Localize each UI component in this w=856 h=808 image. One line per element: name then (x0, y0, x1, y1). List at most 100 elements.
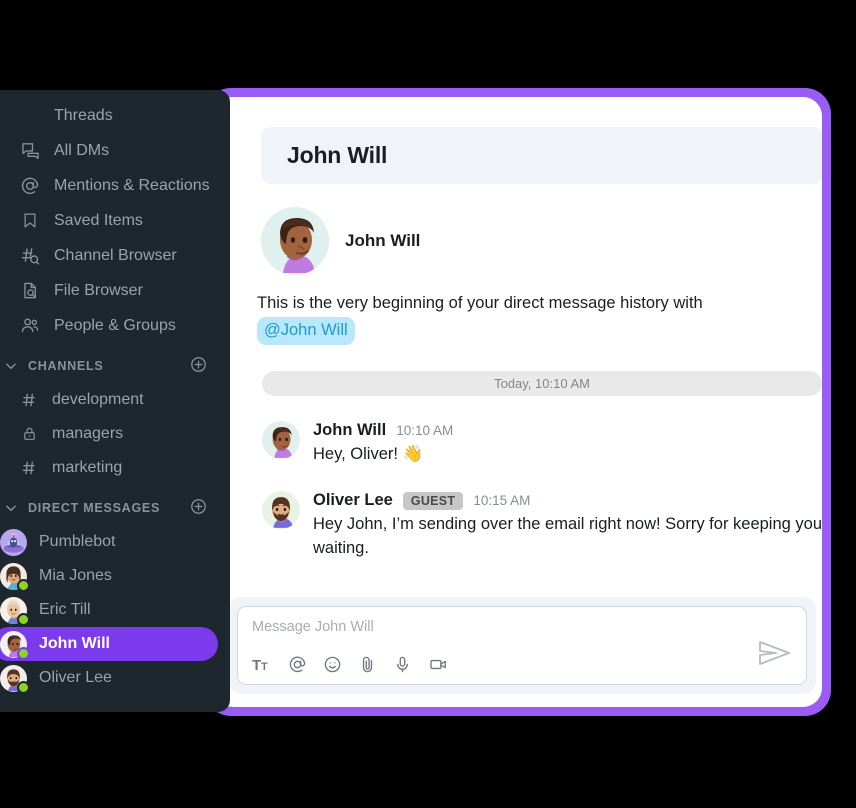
sidebar-dm-label: Eric Till (39, 601, 91, 618)
avatar-john-large (261, 207, 329, 275)
presence-indicator-online (17, 612, 30, 626)
date-divider: Today, 10:10 AM (262, 371, 822, 396)
people-icon (20, 316, 40, 336)
conversation-title: John Will (287, 142, 388, 168)
lock-icon (20, 425, 38, 443)
composer[interactable]: Message John Will T T (237, 606, 807, 685)
message-body: John Will 10:10 AM Hey, Oliver! 👋 (313, 421, 822, 467)
sidebar-channel-managers[interactable]: managers (0, 417, 230, 451)
sidebar-dm-label: Oliver Lee (39, 669, 112, 686)
sidebar-dm-label: Pumblebot (39, 533, 116, 550)
sidebar-channel-label: development (52, 391, 144, 408)
presence-indicator-online (17, 578, 30, 592)
message-text: Hey John, I’m sending over the email rig… (313, 514, 822, 557)
attachment-icon[interactable] (358, 655, 377, 674)
sidebar: Threads All DMs Mentions & Reactions Sav… (0, 90, 230, 712)
plus-circle-icon[interactable] (190, 356, 208, 376)
sidebar-dm-label: Mia Jones (39, 567, 112, 584)
sidebar-channel-label: marketing (52, 459, 123, 476)
chat-panel: John Will John Will This is the very beg… (205, 88, 831, 716)
sidebar-item-people-groups[interactable]: People & Groups (0, 308, 230, 343)
sidebar-item-channel-browser[interactable]: Channel Browser (0, 238, 230, 273)
at-mention-icon[interactable] (288, 655, 307, 674)
avatar (0, 596, 30, 626)
chat-panel-inner: John Will John Will This is the very beg… (214, 97, 822, 707)
sidebar-dm-oliver-lee[interactable]: Oliver Lee (0, 661, 218, 695)
date-divider-label: Today, 10:10 AM (494, 376, 590, 391)
message-timestamp: 10:15 AM (473, 492, 531, 508)
sidebar-dm-john-will[interactable]: John Will (0, 627, 218, 661)
plus-circle-icon[interactable] (190, 498, 208, 518)
section-header-label: CHANNELS (28, 358, 104, 373)
svg-text:T: T (261, 661, 268, 673)
message-text: Hey, Oliver! 👋 (313, 444, 424, 463)
section-header-direct-messages[interactable]: DIRECT MESSAGES (0, 490, 230, 525)
message-author[interactable]: John Will (313, 421, 386, 441)
sidebar-channel-development[interactable]: development (0, 383, 230, 417)
avatar (0, 528, 27, 556)
chevron-down-icon[interactable] (4, 501, 22, 515)
emoji-icon[interactable] (323, 655, 342, 674)
all-dms-icon (20, 141, 40, 161)
avatar (0, 664, 30, 694)
presence-indicator-online (17, 646, 30, 660)
avatar (0, 630, 30, 660)
message-row: John Will 10:10 AM Hey, Oliver! 👋 (262, 421, 822, 467)
section-header-label: DIRECT MESSAGES (28, 500, 161, 515)
file-search-icon (20, 281, 40, 301)
sidebar-item-all-dms[interactable]: All DMs (0, 133, 230, 168)
sidebar-item-threads[interactable]: Threads (0, 98, 230, 133)
chevron-down-icon[interactable] (4, 359, 22, 373)
composer-container: Message John Will T T (228, 597, 816, 694)
avatar-john[interactable] (262, 421, 300, 459)
sidebar-channel-label: managers (52, 425, 124, 442)
intro-description: This is the very beginning of your direc… (257, 291, 802, 346)
microphone-icon[interactable] (393, 655, 412, 674)
status-badge-guest: GUEST (402, 491, 464, 511)
send-button[interactable] (758, 639, 792, 672)
intro-description-text: This is the very beginning of your direc… (257, 294, 703, 312)
mention-pill-john-will[interactable]: @John Will (257, 316, 355, 346)
sidebar-channel-marketing[interactable]: marketing (0, 451, 230, 485)
text-format-icon[interactable]: T T (252, 656, 272, 674)
message-meta: John Will 10:10 AM (313, 421, 822, 441)
sidebar-item-label: All DMs (54, 141, 110, 159)
message-row: Oliver Lee GUEST 10:15 AM Hey John, I’m … (262, 491, 822, 561)
sidebar-item-label: Mentions & Reactions (54, 176, 210, 194)
at-mention-icon (20, 176, 40, 196)
sidebar-item-mentions-reactions[interactable]: Mentions & Reactions (0, 168, 230, 203)
sidebar-item-label: Threads (54, 106, 113, 124)
sidebar-dm-label: John Will (39, 635, 110, 652)
sidebar-item-label: File Browser (54, 281, 143, 299)
chat-header[interactable]: John Will (261, 127, 822, 184)
avatar-oliver[interactable] (262, 491, 300, 529)
sidebar-dm-pumblebot[interactable]: Pumblebot (0, 525, 218, 559)
hash-icon (20, 459, 38, 477)
sidebar-dm-eric-till[interactable]: Eric Till (0, 593, 218, 627)
sidebar-item-saved-items[interactable]: Saved Items (0, 203, 230, 238)
message-body: Oliver Lee GUEST 10:15 AM Hey John, I’m … (313, 491, 822, 561)
conversation-intro-header: John Will (261, 207, 420, 275)
app-root: John Will John Will This is the very beg… (0, 0, 856, 808)
avatar (0, 562, 30, 592)
message-author[interactable]: Oliver Lee (313, 491, 393, 511)
message-input[interactable]: Message John Will (252, 619, 792, 635)
intro-author-name: John Will (345, 231, 421, 250)
section-header-channels[interactable]: CHANNELS (0, 348, 230, 383)
svg-text:T: T (252, 657, 261, 674)
sidebar-item-label: Channel Browser (54, 246, 177, 264)
avatar-pumblebot (0, 528, 27, 556)
sidebar-item-file-browser[interactable]: File Browser (0, 273, 230, 308)
threads-icon (20, 106, 40, 126)
presence-indicator-online (17, 680, 30, 694)
bookmark-icon (20, 211, 40, 231)
video-camera-icon[interactable] (428, 655, 449, 674)
channel-search-icon (20, 246, 40, 266)
sidebar-item-label: People & Groups (54, 316, 176, 334)
message-timestamp: 10:10 AM (396, 422, 454, 438)
sidebar-dm-mia-jones[interactable]: Mia Jones (0, 559, 218, 593)
message-meta: Oliver Lee GUEST 10:15 AM (313, 491, 822, 511)
sidebar-item-label: Saved Items (54, 211, 143, 229)
composer-toolbar: T T (252, 655, 449, 674)
hash-icon (20, 391, 38, 409)
